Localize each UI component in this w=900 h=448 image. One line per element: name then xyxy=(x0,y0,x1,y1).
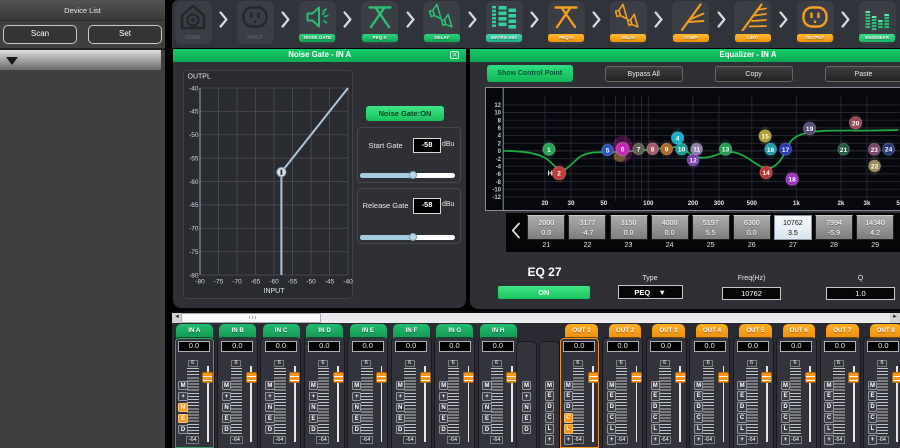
svg-text:-80: -80 xyxy=(195,279,205,286)
svg-text:1k: 1k xyxy=(793,199,800,206)
svg-text:3k: 3k xyxy=(864,199,871,206)
svg-text:500: 500 xyxy=(747,199,758,206)
svg-text:-60: -60 xyxy=(269,279,279,286)
svg-text:2k: 2k xyxy=(838,199,845,206)
svg-text:-40: -40 xyxy=(343,279,353,286)
svg-text:12: 12 xyxy=(690,157,698,164)
svg-text:-40: -40 xyxy=(189,85,199,92)
svg-text:300: 300 xyxy=(714,199,725,206)
svg-text:18: 18 xyxy=(789,176,797,183)
svg-text:4: 4 xyxy=(676,135,680,142)
svg-text:10: 10 xyxy=(495,110,502,116)
svg-text:200: 200 xyxy=(688,199,699,206)
svg-text:20: 20 xyxy=(542,199,549,206)
svg-text:21: 21 xyxy=(840,146,848,153)
svg-text:30: 30 xyxy=(568,199,575,206)
svg-text:5: 5 xyxy=(606,147,610,154)
svg-text:-75: -75 xyxy=(214,279,224,286)
svg-text:-10: -10 xyxy=(493,187,502,193)
svg-text:OUTPL: OUTPL xyxy=(187,74,210,81)
svg-text:H: H xyxy=(548,170,553,177)
svg-text:-50: -50 xyxy=(306,279,316,286)
svg-text:7: 7 xyxy=(637,146,641,153)
svg-text:-12: -12 xyxy=(493,195,502,201)
svg-text:0: 0 xyxy=(498,149,502,155)
svg-text:8: 8 xyxy=(651,146,655,153)
svg-text:12: 12 xyxy=(495,103,502,109)
svg-text:6: 6 xyxy=(498,126,502,132)
svg-text:20: 20 xyxy=(852,120,860,127)
svg-text:17: 17 xyxy=(782,146,790,153)
svg-text:-45: -45 xyxy=(325,279,335,286)
svg-text:9: 9 xyxy=(665,146,669,153)
svg-text:22: 22 xyxy=(871,163,879,170)
svg-text:5k: 5k xyxy=(897,199,900,206)
svg-text:1: 1 xyxy=(548,146,552,153)
svg-text:-60: -60 xyxy=(189,179,199,186)
svg-text:-65: -65 xyxy=(189,202,199,209)
svg-text:INPUT: INPUT xyxy=(263,288,285,295)
svg-text:-65: -65 xyxy=(251,279,261,286)
svg-text:15: 15 xyxy=(762,133,770,140)
svg-text:-55: -55 xyxy=(288,279,298,286)
svg-text:10: 10 xyxy=(678,146,686,153)
svg-text:-45: -45 xyxy=(189,109,199,116)
svg-text:-75: -75 xyxy=(189,249,199,256)
svg-text:50: 50 xyxy=(601,199,608,206)
svg-text:-4: -4 xyxy=(496,164,502,170)
svg-text:8: 8 xyxy=(498,118,502,124)
svg-text:4: 4 xyxy=(498,133,502,139)
svg-text:-50: -50 xyxy=(189,132,199,139)
svg-text:-2: -2 xyxy=(496,156,502,162)
svg-text:24: 24 xyxy=(885,146,893,153)
svg-text:-70: -70 xyxy=(232,279,242,286)
svg-text:14: 14 xyxy=(763,170,771,177)
svg-text:2: 2 xyxy=(558,170,562,177)
svg-text:-6: -6 xyxy=(496,172,502,178)
svg-text:6: 6 xyxy=(621,146,625,153)
svg-text:23: 23 xyxy=(871,146,879,153)
svg-text:19: 19 xyxy=(806,126,814,133)
svg-text:16: 16 xyxy=(767,146,775,153)
svg-text:-70: -70 xyxy=(189,226,199,233)
svg-text:-8: -8 xyxy=(496,179,502,185)
svg-text:-55: -55 xyxy=(189,155,199,162)
svg-text:100: 100 xyxy=(644,199,655,206)
svg-text:13: 13 xyxy=(722,146,730,153)
svg-text:2: 2 xyxy=(498,141,502,147)
